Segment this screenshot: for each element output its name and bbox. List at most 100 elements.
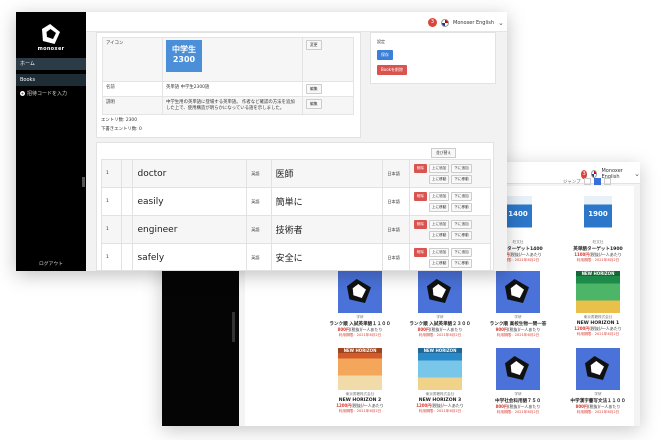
add-below-button[interactable]: 下に追加 xyxy=(451,219,472,229)
book-publisher: 東京書籍株式会社 xyxy=(425,392,455,396)
move-up-button[interactable]: 上に移動 xyxy=(428,174,450,184)
sidebar-item-books[interactable]: Books xyxy=(16,74,86,86)
add-below-button[interactable]: 下に追加 xyxy=(451,191,472,201)
word-cell: engineer xyxy=(132,215,248,244)
book-publisher: 東京書籍株式会社 xyxy=(345,392,375,396)
book-price-note: (税抜)/一人あたり xyxy=(509,252,542,257)
book-cover-image: NEW HORIZON xyxy=(338,348,382,390)
row-number: 1 xyxy=(100,215,123,244)
book-price: 800円 xyxy=(417,327,430,332)
edit-description-button[interactable]: 編集 xyxy=(306,99,322,109)
store-scrollbar[interactable] xyxy=(232,312,235,342)
edit-name-button[interactable]: 編集 xyxy=(306,84,322,94)
delete-row-button[interactable]: 削除 xyxy=(413,247,427,257)
book-expiry: 利用期限：2021年6月2日 xyxy=(576,258,620,262)
book-cover-image xyxy=(496,271,540,313)
book-expiry: 利用期限：2021年6月2日 xyxy=(338,333,382,337)
book-expiry: 利用期限：2021年6月2日 xyxy=(576,332,620,336)
meaning-language: 日本語 xyxy=(382,159,410,188)
main-panel: 3 Monoxer English ⌄ アイコン 中学生 2300 変更 名前 … xyxy=(86,12,507,271)
book-icon-line2: 2300 xyxy=(172,55,196,64)
book-cover-image xyxy=(576,348,620,390)
row-number: 1 xyxy=(100,187,123,216)
word-language: 英語 xyxy=(246,243,272,271)
book-price-note: (税抜)/一人あたり xyxy=(431,403,464,408)
add-above-button[interactable]: 上に追加 xyxy=(428,191,450,201)
sidebar: monoxer ホーム Books + 招待コードを入力 ログアウト xyxy=(16,12,86,271)
notification-badge[interactable]: 3 xyxy=(428,18,437,27)
name-value: 英単語 中学生2300語 xyxy=(162,81,303,97)
sidebar-item-invite-code[interactable]: + 招待コードを入力 xyxy=(16,88,86,100)
move-down-button[interactable]: 下に移動 xyxy=(451,174,472,184)
move-down-button[interactable]: 下に移動 xyxy=(451,258,472,268)
row-spacer xyxy=(121,159,134,188)
add-above-button[interactable]: 上に追加 xyxy=(428,163,450,173)
book-card[interactable]: 学研 ランク順 入試英単語２３００ 800円(税抜)/一人あたり 利用期限：20… xyxy=(400,271,480,338)
book-price: 1200円 xyxy=(336,403,352,408)
word-cell: easily xyxy=(132,187,248,216)
add-below-button[interactable]: 下に追加 xyxy=(451,163,472,173)
move-down-button[interactable]: 下に移動 xyxy=(451,230,472,240)
book-icon-line1: 中学生 xyxy=(172,45,196,54)
meaning-language: 日本語 xyxy=(382,215,410,244)
word-language: 英語 xyxy=(246,215,272,244)
page-button[interactable] xyxy=(603,178,611,185)
book-expiry: 利用期限：2021年6月2日 xyxy=(418,409,462,413)
book-icon: 中学生 2300 xyxy=(166,40,202,72)
book-cover-image: NEW HORIZON xyxy=(418,348,462,390)
book-card[interactable]: 学研 中学漢字書写文法１１００ 800円(税抜)/一人あたり 利用期限：2021… xyxy=(558,348,638,415)
book-card[interactable]: 学研 ランク順 入試英単語１１００ 800円(税抜)/一人あたり 利用期限：20… xyxy=(320,271,400,338)
logo-text: monoxer xyxy=(37,46,65,52)
user-menu[interactable]: 3 Monoxer English ⌄ xyxy=(428,18,504,27)
book-cover-image xyxy=(418,271,462,313)
delete-row-button[interactable]: 削除 xyxy=(413,163,427,173)
book-price-note: (税抜)/一人あたり xyxy=(507,327,541,332)
row-number: 1 xyxy=(100,159,123,188)
entries-table: 1 doctor 英語 医師 日本語 削除 上に追加 下に追加 上に移動 下に移… xyxy=(100,159,492,271)
delete-row-button[interactable]: 削除 xyxy=(413,219,427,229)
page-button-active[interactable] xyxy=(593,178,601,185)
sidebar-item-label: Books xyxy=(20,77,36,83)
book-card[interactable]: NEW HORIZON 東京書籍株式会社 NEW HORIZON 2 1200円… xyxy=(320,348,400,414)
book-price-note: (税抜)/一人あたり xyxy=(589,326,622,331)
meaning-cell: 簡単に xyxy=(270,187,384,216)
move-up-button[interactable]: 上に移動 xyxy=(428,230,450,240)
monoxer-logo-icon xyxy=(40,24,62,48)
reorder-button[interactable]: 並び替え xyxy=(431,148,457,158)
move-up-button[interactable]: 上に移動 xyxy=(428,202,450,212)
book-card[interactable]: 学研 中学社会科用語７５０ 800円(税抜)/一人あたり 利用期限：2021年6… xyxy=(478,348,558,415)
meaning-language: 日本語 xyxy=(382,243,410,271)
row-spacer xyxy=(121,187,134,216)
add-below-button[interactable]: 下に追加 xyxy=(451,247,472,257)
flag-icon xyxy=(591,170,598,178)
book-publisher: 旺文社 xyxy=(592,240,604,244)
book-price-note: (税抜)/一人あたり xyxy=(587,404,621,409)
book-card[interactable]: 1900 旺文社 英単語ターゲット1900 1100円(税抜)/一人あたり 利用… xyxy=(558,196,638,263)
add-above-button[interactable]: 上に追加 xyxy=(428,219,450,229)
save-button[interactable]: 保存 xyxy=(377,50,393,60)
word-cell: safely xyxy=(132,243,248,271)
book-expiry: 利用期限：2021年6月2日 xyxy=(418,333,462,337)
book-price: 800円 xyxy=(337,327,350,332)
book-publisher: 学研 xyxy=(436,315,444,319)
row-spacer xyxy=(121,215,134,244)
delete-book-button[interactable]: Bookを削除 xyxy=(377,65,407,75)
move-down-button[interactable]: 下に移動 xyxy=(451,202,472,212)
book-price: 1200円 xyxy=(416,403,432,408)
sidebar-scrollbar[interactable] xyxy=(82,177,85,187)
meaning-cell: 安全に xyxy=(270,243,384,271)
sidebar-item-home[interactable]: ホーム xyxy=(16,58,86,70)
book-card[interactable]: NEW HORIZON 東京書籍株式会社 NEW HORIZON 3 1200円… xyxy=(400,348,480,414)
draft-entries-count: 下書きエントリ数: 0 xyxy=(101,127,142,132)
book-card[interactable]: 学研 ランク順 高校生物一問一答 900円(税抜)/一人あたり 利用期限：202… xyxy=(478,271,558,338)
table-row: 1 easily 英語 簡単に 日本語 削除 上に追加 下に追加 上に移動 下に… xyxy=(100,187,492,216)
page-button[interactable] xyxy=(583,178,591,185)
change-icon-button[interactable]: 変更 xyxy=(306,40,322,50)
logout-link[interactable]: ログアウト xyxy=(16,260,86,267)
move-up-button[interactable]: 上に移動 xyxy=(428,258,450,268)
chevron-down-icon[interactable]: ⌄ xyxy=(634,170,640,178)
delete-row-button[interactable]: 削除 xyxy=(413,191,427,201)
chevron-down-icon[interactable]: ⌄ xyxy=(498,19,504,27)
book-card[interactable]: NEW HORIZON 東京書籍株式会社 NEW HORIZON 1 1200円… xyxy=(558,271,638,337)
add-above-button[interactable]: 上に追加 xyxy=(428,247,450,257)
